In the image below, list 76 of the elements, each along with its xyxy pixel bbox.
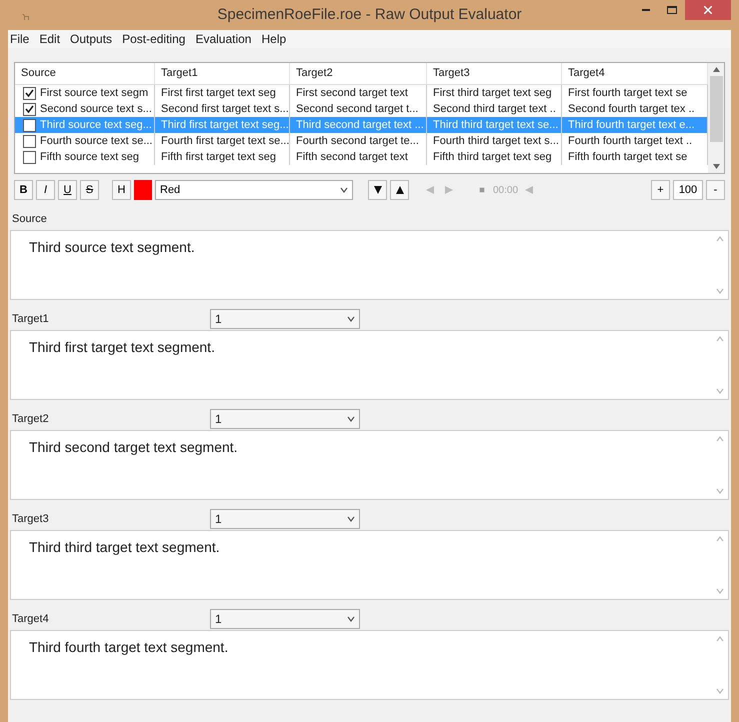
- column-header[interactable]: Source: [15, 63, 155, 84]
- time-display: 00:00: [493, 184, 518, 198]
- table-cell: Third second target text ...: [290, 117, 427, 133]
- triangle-right-icon: [445, 186, 453, 194]
- checkbox[interactable]: [23, 86, 36, 100]
- panel-label: Target2: [11, 412, 50, 427]
- format-button[interactable]: S: [80, 180, 99, 200]
- rank-dropdown[interactable]: 1: [210, 609, 360, 629]
- scrollbar[interactable]: [708, 63, 724, 173]
- table-cell: Fourth second target te...: [290, 133, 427, 149]
- table-cell-text: Fourth source text se...: [40, 134, 152, 149]
- triangle-down-icon: [374, 186, 382, 194]
- zoom-out-button[interactable]: -: [706, 180, 725, 200]
- menu-item[interactable]: Post-editing: [122, 30, 186, 48]
- menu-item[interactable]: Evaluation: [195, 30, 252, 48]
- zoom-in-button[interactable]: +: [651, 180, 670, 200]
- caret-icon: [347, 415, 355, 423]
- table-cell-text: First source text segm: [40, 86, 148, 101]
- triangle-left-icon: [426, 186, 434, 194]
- menu-item[interactable]: Outputs: [70, 30, 112, 48]
- scroll-down-icon[interactable]: [712, 164, 720, 169]
- filter-up-button[interactable]: [390, 180, 409, 200]
- rank-dropdown[interactable]: 1: [210, 509, 360, 529]
- table-cell-text: Second source text s...: [40, 102, 152, 117]
- checkbox[interactable]: [23, 150, 36, 164]
- table-cell: Fifth third target text seg: [427, 149, 562, 165]
- filter-down-button[interactable]: [368, 180, 387, 200]
- format-button[interactable]: U: [58, 180, 77, 200]
- menu-item[interactable]: Help: [261, 30, 286, 48]
- close-button[interactable]: [685, 0, 731, 20]
- menu-item[interactable]: Edit: [39, 30, 60, 48]
- scroll-up-icon[interactable]: [712, 67, 720, 72]
- table-cell: Third third target text se...: [427, 117, 562, 133]
- minimize-icon: [642, 9, 650, 11]
- rank-dropdown[interactable]: 1: [210, 309, 360, 329]
- table-cell: First second target text: [290, 85, 427, 101]
- table-cell: Fifth second target text: [290, 149, 427, 165]
- checkbox[interactable]: [23, 134, 36, 148]
- panel-label: Target1: [11, 312, 50, 327]
- format-button[interactable]: B: [14, 180, 33, 200]
- checkbox[interactable]: [23, 118, 36, 132]
- table-cell: First third target text seg: [427, 85, 562, 101]
- menu-item[interactable]: File: [10, 30, 30, 48]
- highlight-button[interactable]: H: [112, 180, 131, 200]
- caret-icon: [347, 515, 355, 523]
- window-title: SpecimenRoeFile.roe - Raw Output Evaluator: [217, 4, 522, 25]
- table-row[interactable]: Fourth source text se... Fourth first target text se... Fourth second target te... Fourth third target text s... Fourth fourth target text ..: [15, 133, 708, 149]
- caret-icon: [347, 615, 355, 623]
- format-button[interactable]: I: [36, 180, 55, 200]
- table-row[interactable]: First source text segm First first target text seg First second target text First third target text seg First fourth target text se: [15, 85, 708, 101]
- table-cell: Fourth third target text s...: [427, 133, 562, 149]
- column-header[interactable]: Target3: [427, 63, 562, 84]
- table-cell-text: Third source text seg...: [40, 118, 152, 133]
- table-cell: First first target text seg: [155, 85, 290, 101]
- close-icon: [704, 6, 712, 14]
- square-icon: [479, 187, 485, 193]
- table-cell: Third first target text seg...: [155, 117, 290, 133]
- caret-icon: [347, 315, 355, 323]
- panel-label: Target3: [11, 512, 50, 527]
- color-swatch[interactable]: [134, 180, 152, 200]
- maximize-icon: [667, 6, 677, 14]
- color-dropdown[interactable]: Red: [155, 180, 353, 200]
- column-header[interactable]: Target1: [155, 63, 290, 84]
- table-cell: Fifth first target text seg: [155, 149, 290, 165]
- panel-label: Target4: [11, 612, 50, 627]
- column-header[interactable]: Target2: [290, 63, 427, 84]
- caret-icon: [340, 186, 348, 194]
- table-row[interactable]: Fifth source text seg Fifth first target text seg Fifth second target text Fifth third target text seg Fifth fourth target text se: [15, 149, 708, 165]
- triangle-left-icon: [525, 186, 534, 194]
- table-cell: Fourth first target text se...: [155, 133, 290, 149]
- rank-dropdown[interactable]: 1: [210, 409, 360, 429]
- table-cell-text: Fifth source text seg: [40, 150, 140, 165]
- zoom-field[interactable]: 100: [673, 180, 703, 200]
- triangle-up-icon: [396, 186, 404, 194]
- checkbox[interactable]: [23, 102, 36, 116]
- panel-label: Source: [11, 212, 48, 227]
